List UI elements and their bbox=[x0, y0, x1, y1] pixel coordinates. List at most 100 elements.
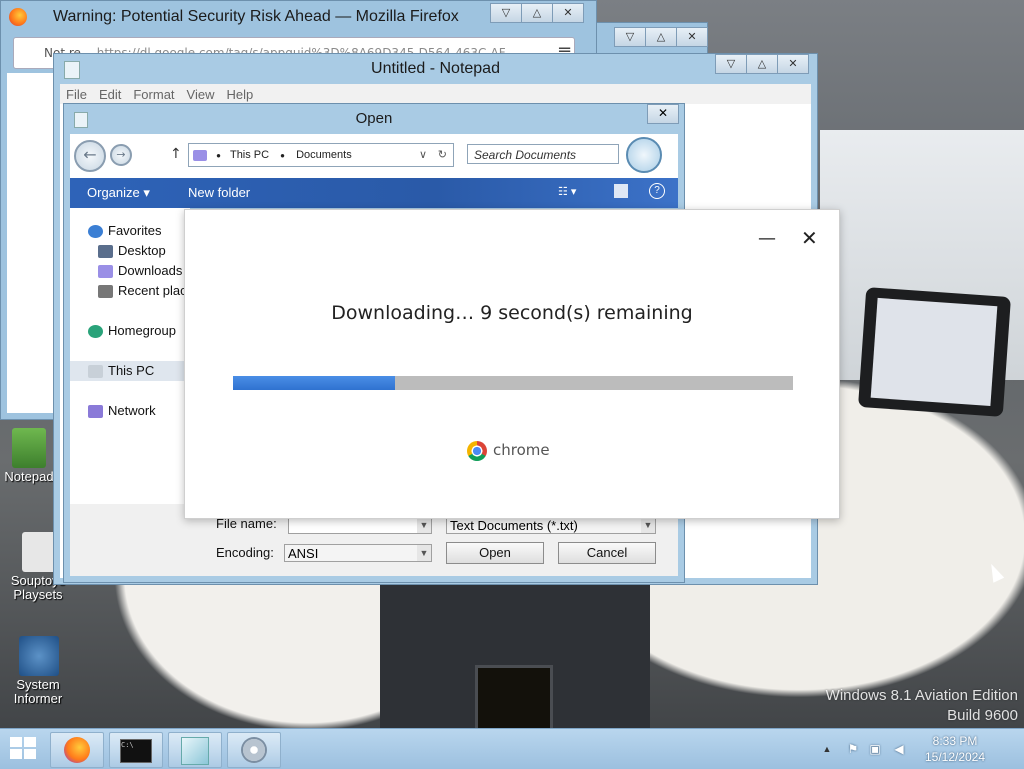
preview-pane-icon[interactable] bbox=[614, 184, 628, 198]
firefox-icon bbox=[9, 8, 27, 26]
download-status-text: Downloading… 9 second(s) remaining bbox=[331, 302, 693, 324]
navigation-bar: ← → ↑ ● This PC ● Documents ∨ ↻ Search D… bbox=[70, 134, 678, 178]
desktop-icon-label: System Informer bbox=[13, 677, 63, 706]
nav-network[interactable]: Network bbox=[88, 401, 156, 421]
chrome-branding: chrome bbox=[467, 439, 550, 461]
menu-help[interactable]: Help bbox=[220, 84, 259, 104]
clock-time: 8:33 PM bbox=[932, 734, 978, 748]
menu-format[interactable]: Format bbox=[127, 84, 180, 104]
taskbar-firefox[interactable] bbox=[50, 732, 104, 768]
nav-downloads[interactable]: Downloads bbox=[98, 261, 182, 281]
wallpaper-panel-screen bbox=[475, 665, 553, 731]
network-icon bbox=[88, 405, 103, 419]
chrome-logo-icon bbox=[467, 440, 487, 461]
refresh-icon[interactable]: ↻ bbox=[438, 144, 447, 166]
minimize-button[interactable]: ▽ bbox=[490, 3, 522, 23]
notepad-title: Untitled - Notepad bbox=[371, 60, 500, 77]
organize-button[interactable]: Organize ▾ bbox=[87, 185, 150, 201]
background-window[interactable]: ▽ △ ✕ bbox=[596, 22, 708, 54]
souptoys-app-icon bbox=[22, 532, 56, 572]
dialog-toolbar: Organize ▾ New folder ☷ ▾ ? bbox=[70, 178, 678, 208]
nav-homegroup[interactable]: Homegroup bbox=[88, 321, 176, 341]
firefox-caption-buttons: ▽ △ ✕ bbox=[490, 3, 584, 23]
close-button[interactable]: ✕ bbox=[647, 104, 679, 124]
close-button[interactable]: ✕ bbox=[552, 3, 584, 23]
close-button[interactable]: ✕ bbox=[676, 27, 708, 47]
volume-muted-icon[interactable]: ◀ bbox=[890, 729, 908, 769]
breadcrumb-documents[interactable]: Documents bbox=[296, 149, 352, 161]
view-options-icon[interactable]: ☷ ▾ bbox=[558, 185, 576, 198]
chevron-down-icon[interactable]: ▼ bbox=[417, 517, 431, 533]
maximize-button[interactable]: △ bbox=[521, 3, 553, 23]
watermark-edition: Windows 8.1 Aviation Edition bbox=[825, 687, 1018, 704]
search-icon[interactable] bbox=[626, 137, 662, 173]
nav-this-pc[interactable]: This PC bbox=[70, 361, 190, 381]
menu-edit[interactable]: Edit bbox=[93, 84, 127, 104]
minimize-button[interactable]: ▽ bbox=[715, 54, 747, 74]
taskbar-media-app[interactable] bbox=[227, 732, 281, 768]
computer-icon bbox=[88, 365, 103, 379]
watermark-build: Build 9600 bbox=[947, 707, 1018, 724]
download-dialog[interactable]: — ✕ Downloading… 9 second(s) remaining c… bbox=[184, 209, 840, 519]
download-progress-bar bbox=[233, 376, 793, 390]
desktop-folder-icon bbox=[98, 245, 113, 259]
taskbar: C:\ ▲ ⚑ ▣ ◀ 8:33 PM 15/12/2024 bbox=[0, 728, 1024, 769]
address-bar[interactable]: ● This PC ● Documents ∨ ↻ bbox=[188, 143, 454, 167]
clock-date: 15/12/2024 bbox=[924, 750, 986, 764]
chevron-down-icon[interactable]: ∨ bbox=[419, 144, 427, 166]
encoding-select[interactable]: ANSI ▼ bbox=[284, 544, 432, 562]
system-informer-gear-icon bbox=[19, 636, 59, 676]
close-button[interactable]: ✕ bbox=[801, 226, 818, 250]
up-arrow-icon[interactable]: ↑ bbox=[170, 146, 182, 162]
help-icon[interactable]: ? bbox=[649, 183, 665, 199]
recent-places-icon bbox=[98, 285, 113, 299]
maximize-button[interactable]: △ bbox=[645, 27, 677, 47]
encoding-value: ANSI bbox=[288, 546, 319, 561]
chevron-down-icon[interactable]: ▼ bbox=[417, 545, 431, 561]
desktop-icon-system-informer[interactable]: System Informer bbox=[0, 636, 78, 706]
minimize-button[interactable]: — bbox=[758, 228, 776, 249]
taskbar-command-prompt[interactable]: C:\ bbox=[109, 732, 163, 768]
navigation-pane: Favorites Desktop Downloads Recent place… bbox=[70, 208, 200, 504]
nav-label: Favorites bbox=[108, 223, 162, 238]
flag-icon[interactable]: ⚑ bbox=[844, 729, 862, 769]
clock[interactable]: 8:33 PM 15/12/2024 bbox=[920, 733, 990, 767]
dialog-icon bbox=[74, 112, 88, 128]
nav-favorites[interactable]: Favorites bbox=[88, 221, 161, 241]
minimize-button[interactable]: ▽ bbox=[614, 27, 646, 47]
forward-arrow-icon[interactable]: → bbox=[110, 144, 132, 166]
chevron-down-icon[interactable]: ▼ bbox=[641, 517, 655, 533]
nav-desktop[interactable]: Desktop bbox=[98, 241, 166, 261]
breadcrumb-this-pc[interactable]: This PC bbox=[230, 149, 269, 161]
taskbar-notepad[interactable] bbox=[168, 732, 222, 768]
cancel-button[interactable]: Cancel bbox=[558, 542, 656, 564]
nav-label: This PC bbox=[108, 363, 155, 378]
notepad-icon bbox=[64, 61, 80, 79]
new-folder-button[interactable]: New folder bbox=[188, 185, 250, 200]
nav-label: Network bbox=[108, 403, 156, 418]
close-button[interactable]: ✕ bbox=[777, 54, 809, 74]
start-button[interactable] bbox=[10, 737, 38, 761]
downloads-folder-icon bbox=[98, 265, 113, 279]
back-arrow-icon[interactable]: ← bbox=[74, 140, 106, 172]
disc-icon bbox=[241, 737, 267, 763]
breadcrumb-separator: ● bbox=[280, 151, 285, 160]
open-button[interactable]: Open bbox=[446, 542, 544, 564]
notepad-icon bbox=[181, 737, 209, 765]
file-type-value: Text Documents (*.txt) bbox=[450, 518, 578, 533]
brand-name: chrome bbox=[493, 441, 550, 459]
download-progress-fill bbox=[233, 376, 396, 390]
show-hidden-icons-button[interactable]: ▲ bbox=[820, 729, 834, 769]
wallpaper-tablet bbox=[857, 287, 1012, 417]
menu-file[interactable]: File bbox=[60, 84, 93, 104]
breadcrumb-separator: ● bbox=[216, 151, 221, 160]
homegroup-icon bbox=[88, 325, 103, 339]
network-icon[interactable]: ▣ bbox=[866, 729, 884, 769]
encoding-label: Encoding: bbox=[216, 545, 274, 560]
background-window-caption-buttons: ▽ △ ✕ bbox=[614, 27, 708, 47]
search-input[interactable]: Search Documents bbox=[467, 144, 619, 164]
folder-icon bbox=[193, 149, 207, 161]
menu-view[interactable]: View bbox=[181, 84, 221, 104]
maximize-button[interactable]: △ bbox=[746, 54, 778, 74]
notepad-caption-buttons: ▽ △ ✕ bbox=[715, 54, 809, 74]
